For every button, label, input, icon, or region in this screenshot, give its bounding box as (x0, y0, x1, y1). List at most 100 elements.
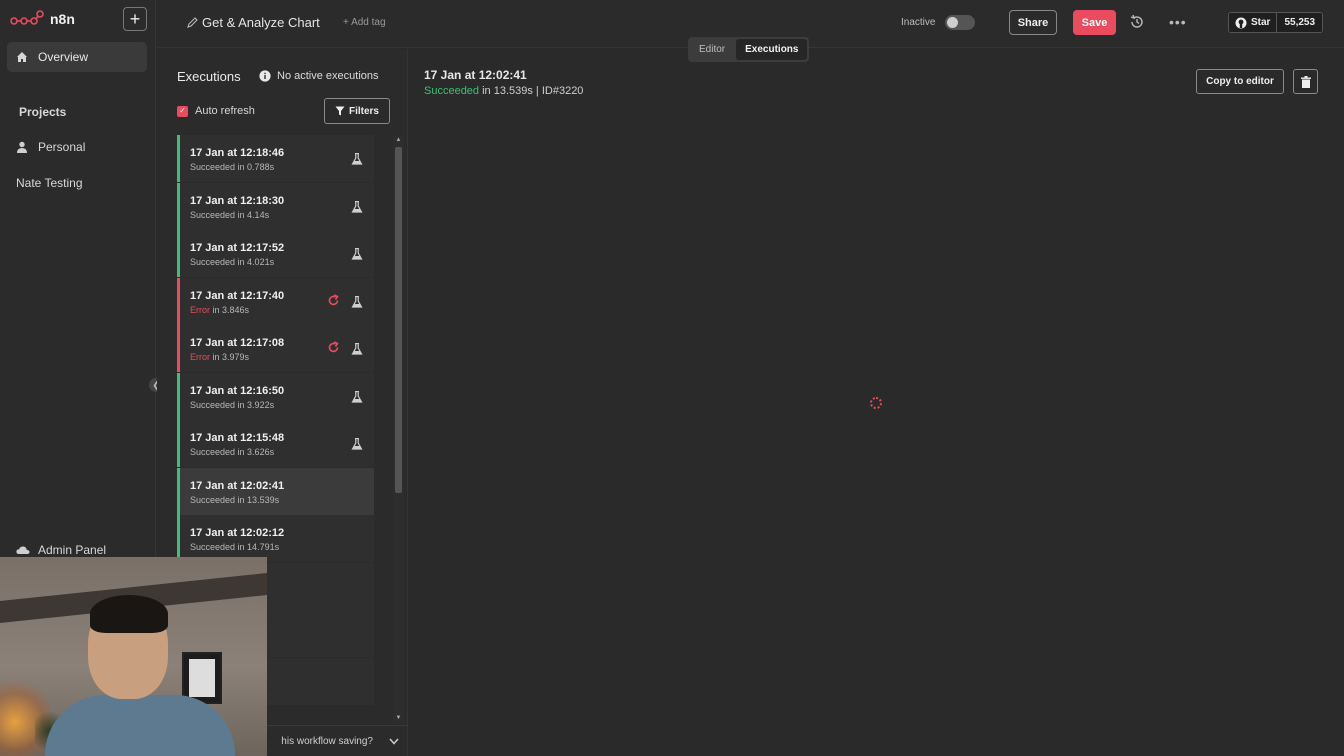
auto-refresh-label: Auto refresh (195, 105, 255, 117)
more-options-icon[interactable]: ••• (1169, 14, 1187, 30)
add-workflow-button[interactable]: + (123, 7, 147, 31)
tab-editor[interactable]: Editor (690, 39, 734, 60)
filters-button[interactable]: Filters (324, 98, 390, 124)
active-status-label: Inactive (901, 17, 936, 28)
loading-spinner-icon (870, 397, 882, 409)
execution-status: Succeeded in 3.922s (190, 400, 274, 410)
execution-time: 17 Jan at 12:17:52 (190, 242, 285, 254)
user-icon (17, 141, 27, 153)
sidebar-item-label: Personal (38, 140, 86, 154)
share-button[interactable]: Share (1009, 10, 1057, 35)
flask-icon (351, 152, 363, 165)
home-icon (17, 52, 27, 62)
status-duration: in 4.021s (235, 257, 275, 267)
flask-icon (351, 247, 363, 260)
pencil-icon (187, 17, 198, 28)
scroll-up-icon[interactable]: ▲ (393, 135, 404, 145)
status-duration: in 14.791s (235, 542, 280, 552)
webcam-person-body (45, 695, 235, 756)
execution-detail-time: 17 Jan at 12:02:41 (424, 68, 527, 82)
save-button[interactable]: Save (1073, 10, 1116, 35)
execution-status: Succeeded in 13.539s (190, 495, 279, 505)
status-prefix: Succeeded (190, 162, 236, 172)
status-prefix: Succeeded (190, 542, 236, 552)
execution-detail: 17 Jan at 12:02:41 Succeeded in 13.539s … (408, 49, 1344, 756)
flask-icon (351, 437, 363, 450)
flask-icon (351, 342, 363, 355)
tab-executions[interactable]: Executions (736, 39, 808, 60)
status-prefix: Succeeded (190, 257, 236, 267)
workflow-title-text: Get & Analyze Chart (202, 15, 320, 30)
execution-list-item[interactable]: 17 Jan at 12:16:50 Succeeded in 3.922s (177, 372, 374, 420)
filter-icon (335, 106, 345, 116)
mode-switch: Editor Executions (688, 37, 810, 62)
saving-prompt-text: his workflow saving? (281, 735, 373, 747)
execution-list-item[interactable]: 17 Jan at 12:17:40 Error in 3.846s (177, 277, 374, 325)
execution-time: 17 Jan at 12:15:48 (190, 432, 285, 444)
execution-time: 17 Jan at 12:02:41 (190, 479, 285, 492)
logo[interactable]: n8n (10, 10, 75, 28)
status-duration: in 3.846s (210, 304, 250, 315)
execution-list-item[interactable]: 17 Jan at 12:18:46 Succeeded in 0.788s (177, 135, 374, 182)
logo-text: n8n (50, 11, 75, 27)
sidebar-item-label: Overview (38, 50, 89, 64)
execution-status: Succeeded in 0.788s (190, 162, 274, 172)
scroll-down-icon[interactable]: ▼ (393, 713, 404, 723)
projects-heading: Projects (19, 105, 67, 119)
execution-time: 17 Jan at 12:17:40 (190, 289, 285, 302)
execution-list-item[interactable]: 17 Jan at 12:17:52 Succeeded in 4.021s (177, 230, 374, 277)
auto-refresh-checkbox[interactable]: ✓ Auto refresh (177, 105, 255, 117)
status-prefix: Succeeded (190, 209, 236, 220)
copy-to-editor-button[interactable]: Copy to editor (1196, 69, 1284, 94)
execution-status: Succeeded in 3.626s (190, 447, 274, 457)
execution-status: Error in 3.979s (190, 352, 249, 362)
add-tag-link[interactable]: + Add tag (343, 17, 386, 28)
status-duration: in 3.979s (210, 352, 250, 362)
retry-icon[interactable] (327, 341, 340, 354)
execution-detail-status: Succeeded in 13.539s | ID#3220 (424, 85, 583, 97)
execution-list-item[interactable]: 17 Jan at 12:02:41 Succeeded in 13.539s (177, 467, 374, 515)
status-prefix: Succeeded (190, 399, 236, 410)
workflow-title[interactable]: Get & Analyze Chart (187, 15, 320, 30)
star-label: Star (1251, 17, 1271, 28)
cloud-icon (16, 546, 30, 554)
activate-toggle[interactable] (945, 15, 975, 30)
sidebar-item-label: Admin Panel (38, 543, 107, 557)
execution-status: Error in 3.846s (190, 305, 249, 315)
retry-icon[interactable] (327, 293, 340, 307)
execution-list-item[interactable]: 17 Jan at 12:17:08 Error in 3.979s (177, 325, 374, 372)
github-icon (1235, 17, 1247, 28)
sidebar-item-nate-testing[interactable]: Nate Testing (16, 176, 83, 190)
execution-time: 17 Jan at 12:18:46 (190, 147, 285, 159)
github-star-widget[interactable]: Star 55,253 (1228, 12, 1324, 33)
star-count: 55,253 (1276, 13, 1323, 32)
execution-list-item[interactable]: 17 Jan at 12:15:48 Succeeded in 3.626s (177, 420, 374, 467)
execution-list-item[interactable]: 17 Jan at 12:02:12 Succeeded in 14.791s (177, 515, 374, 562)
app-root: n8n + Overview Projects Personal Nate Te… (0, 0, 1344, 756)
delete-execution-button[interactable] (1293, 69, 1318, 94)
status-duration: in 3.922s (235, 399, 275, 410)
execution-time: 17 Jan at 12:02:12 (190, 527, 285, 539)
execution-status: Succeeded in 4.14s (190, 210, 269, 220)
no-active-executions: No active executions (259, 70, 379, 82)
webcam-overlay (0, 557, 267, 756)
execution-status: Succeeded in 14.791s (190, 542, 279, 552)
sidebar-item-personal[interactable]: Personal (16, 140, 85, 154)
checkmark-icon: ✓ (177, 105, 188, 117)
github-star-button[interactable]: Star (1229, 13, 1277, 32)
scroll-thumb[interactable] (395, 147, 402, 493)
execution-list-item[interactable]: 17 Jan at 12:18:30 Succeeded in 4.14s (177, 182, 374, 230)
chevron-down-icon (389, 738, 399, 745)
status-prefix: Succeeded (190, 494, 236, 505)
sidebar-item-overview[interactable]: Overview (7, 42, 147, 72)
info-icon (259, 70, 271, 82)
toggle-knob (947, 17, 958, 28)
picture-frame-inner (189, 659, 215, 697)
executions-scrollbar[interactable]: ▲ ▼ (393, 135, 404, 723)
flask-icon (351, 390, 363, 403)
status-duration: in 0.788s (235, 162, 275, 172)
history-icon[interactable] (1129, 14, 1145, 30)
status-prefix: Error (190, 352, 210, 362)
sidebar-item-admin-panel[interactable]: Admin Panel (16, 543, 106, 557)
status-prefix: Succeeded (190, 447, 236, 457)
